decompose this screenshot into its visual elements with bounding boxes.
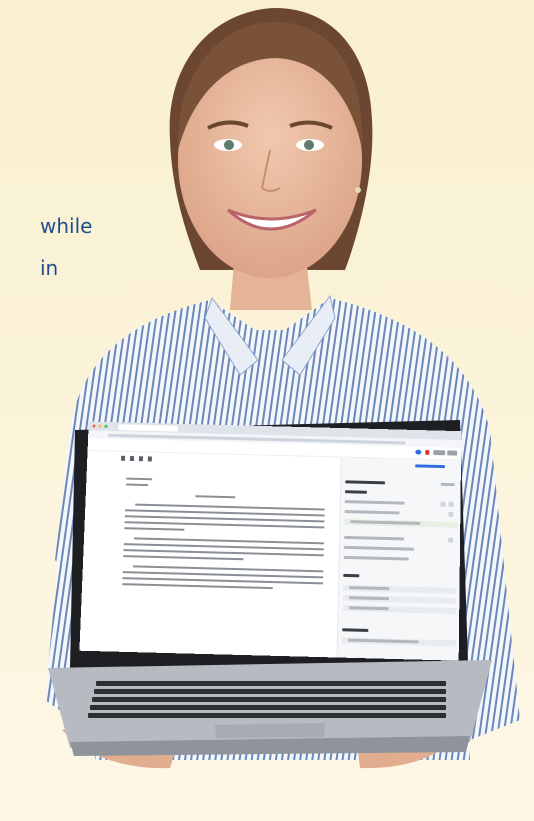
list-item — [342, 594, 457, 604]
strikethrough-icon — [138, 456, 144, 462]
doc-line — [124, 527, 185, 531]
paragraph-icon — [147, 456, 152, 462]
doc-line — [135, 503, 325, 511]
list-item — [341, 637, 456, 647]
panel-heading — [346, 462, 458, 471]
list-item — [343, 545, 457, 554]
format-toolbar — [120, 455, 152, 462]
section-mechanics — [342, 627, 456, 636]
checklist-panel — [336, 457, 462, 661]
section-style — [343, 573, 456, 582]
email-button — [447, 450, 458, 456]
list-item — [343, 555, 457, 564]
export-button — [433, 450, 446, 456]
underline-alt-icon — [129, 455, 135, 462]
flag-icon — [425, 449, 430, 455]
doc-line — [126, 477, 153, 480]
list-item — [344, 518, 458, 528]
list-item — [344, 535, 457, 544]
laptop-keyboard — [86, 677, 456, 723]
list-item — [342, 605, 457, 615]
checklist-title — [345, 479, 458, 488]
laptop-screen — [79, 421, 462, 661]
document-page — [100, 471, 331, 657]
doc-line — [126, 483, 148, 486]
doc-line — [132, 565, 324, 572]
avatar — [415, 449, 422, 455]
list-item — [344, 509, 458, 518]
maximize-dot-icon — [104, 424, 108, 428]
headline-fragment-2: in — [40, 256, 59, 280]
doc-line — [122, 583, 273, 589]
close-dot-icon — [92, 424, 96, 428]
doc-title-line — [195, 495, 236, 498]
minimize-dot-icon — [98, 424, 102, 428]
doc-line — [123, 555, 244, 560]
doc-line — [133, 537, 324, 544]
section-structure — [344, 489, 458, 498]
headline-fragment-1: while — [40, 214, 93, 238]
browser-tab — [118, 423, 178, 432]
list-item — [342, 584, 457, 594]
underline-icon — [120, 455, 126, 461]
list-item — [344, 499, 458, 508]
